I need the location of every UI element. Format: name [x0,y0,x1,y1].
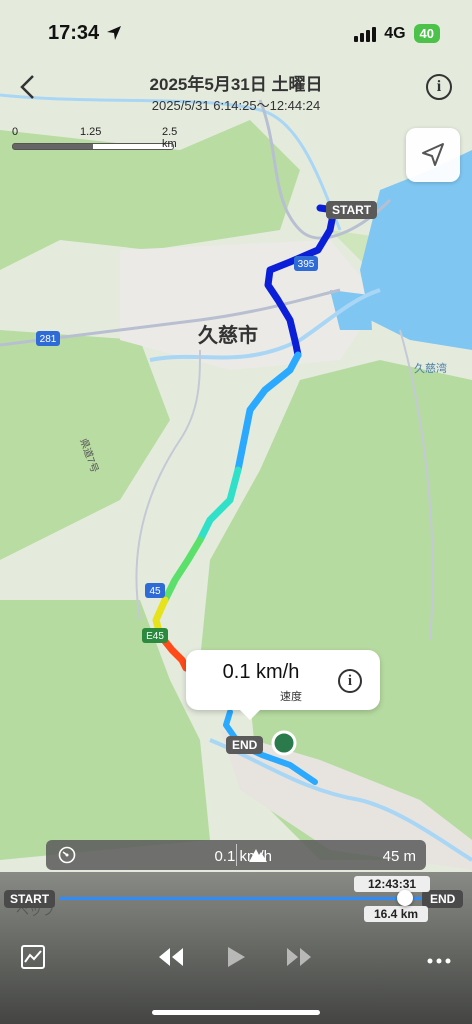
scale-bar [12,143,174,150]
play-button[interactable] [224,944,248,975]
more-button[interactable] [426,952,452,970]
bay-label: 久慈湾 [414,361,447,375]
fast-forward-button[interactable] [284,944,314,975]
mountain-icon [248,847,268,868]
city-label: 久慈市 [198,323,258,347]
speed-callout[interactable]: 0.1 km/h 速度 i [186,650,380,720]
rewind-icon [159,948,183,966]
locate-button[interactable] [406,128,460,182]
scale-label-0: 0 [12,126,19,138]
route-shield-281-label: 281 [40,334,57,345]
stats-altitude-value: 45 m [382,848,416,865]
status-indicators: 4G 40 [354,24,440,43]
signal-icon [354,26,377,42]
header: 2025年5月31日 土曜日 2025/5/31 6:14:25〜12:44:2… [0,62,472,116]
page-title: 2025年5月31日 土曜日 [149,75,323,94]
start-tag: START [326,201,378,219]
chart-button[interactable] [20,944,46,975]
end-marker [271,730,297,756]
status-time: 17:34 [48,22,100,44]
navigation-arrow-icon [422,143,444,166]
playback-controls [0,940,472,980]
status-bar: 17:34 4G 40 [0,0,472,56]
callout-info-button[interactable]: i [338,669,362,693]
home-indicator [152,1010,320,1015]
timeline-slider-knob[interactable] [397,890,413,906]
page-subtitle: 2025/5/31 6:14:25〜12:44:24 [151,98,321,113]
stats-bar: 0.1 km/h 45 m [46,840,426,870]
map-scale: 0 1.25 2.5 km [12,126,178,150]
route-shield-e45-label: E45 [146,631,164,642]
play-icon [228,947,245,967]
callout-speed-label: 速度 [280,691,302,703]
callout-speed-value: 0.1 km/h [222,661,300,683]
timeline-track[interactable] [60,897,434,900]
rewind-button[interactable] [156,944,186,975]
timeline-current-time: 12:43:31 [354,876,431,892]
info-icon: i [347,673,353,689]
scale-label-2: 2.5 km [162,126,178,150]
chart-icon [21,945,45,969]
map-view[interactable]: 281 395 45 E45 久慈市 久慈湾 県道7号 [0,0,472,1024]
end-tag: END [226,736,264,754]
info-button[interactable]: i [426,74,452,100]
battery-icon: 40 [413,24,440,43]
speedometer-icon [58,846,76,869]
timeline-start-label: START [4,890,56,908]
route-shield-395-label: 395 [298,259,315,270]
location-arrow-icon [106,25,122,46]
timeline-end-label: END [422,890,464,908]
timeline-distance: 16.4 km [364,906,429,922]
more-icon [427,958,451,964]
stats-divider [236,844,237,866]
info-icon: i [436,78,442,95]
scale-label-1: 1.25 [80,126,102,138]
network-label: 4G [384,24,406,42]
route-shield-45-label: 45 [149,586,161,597]
fast-forward-icon [287,948,311,966]
